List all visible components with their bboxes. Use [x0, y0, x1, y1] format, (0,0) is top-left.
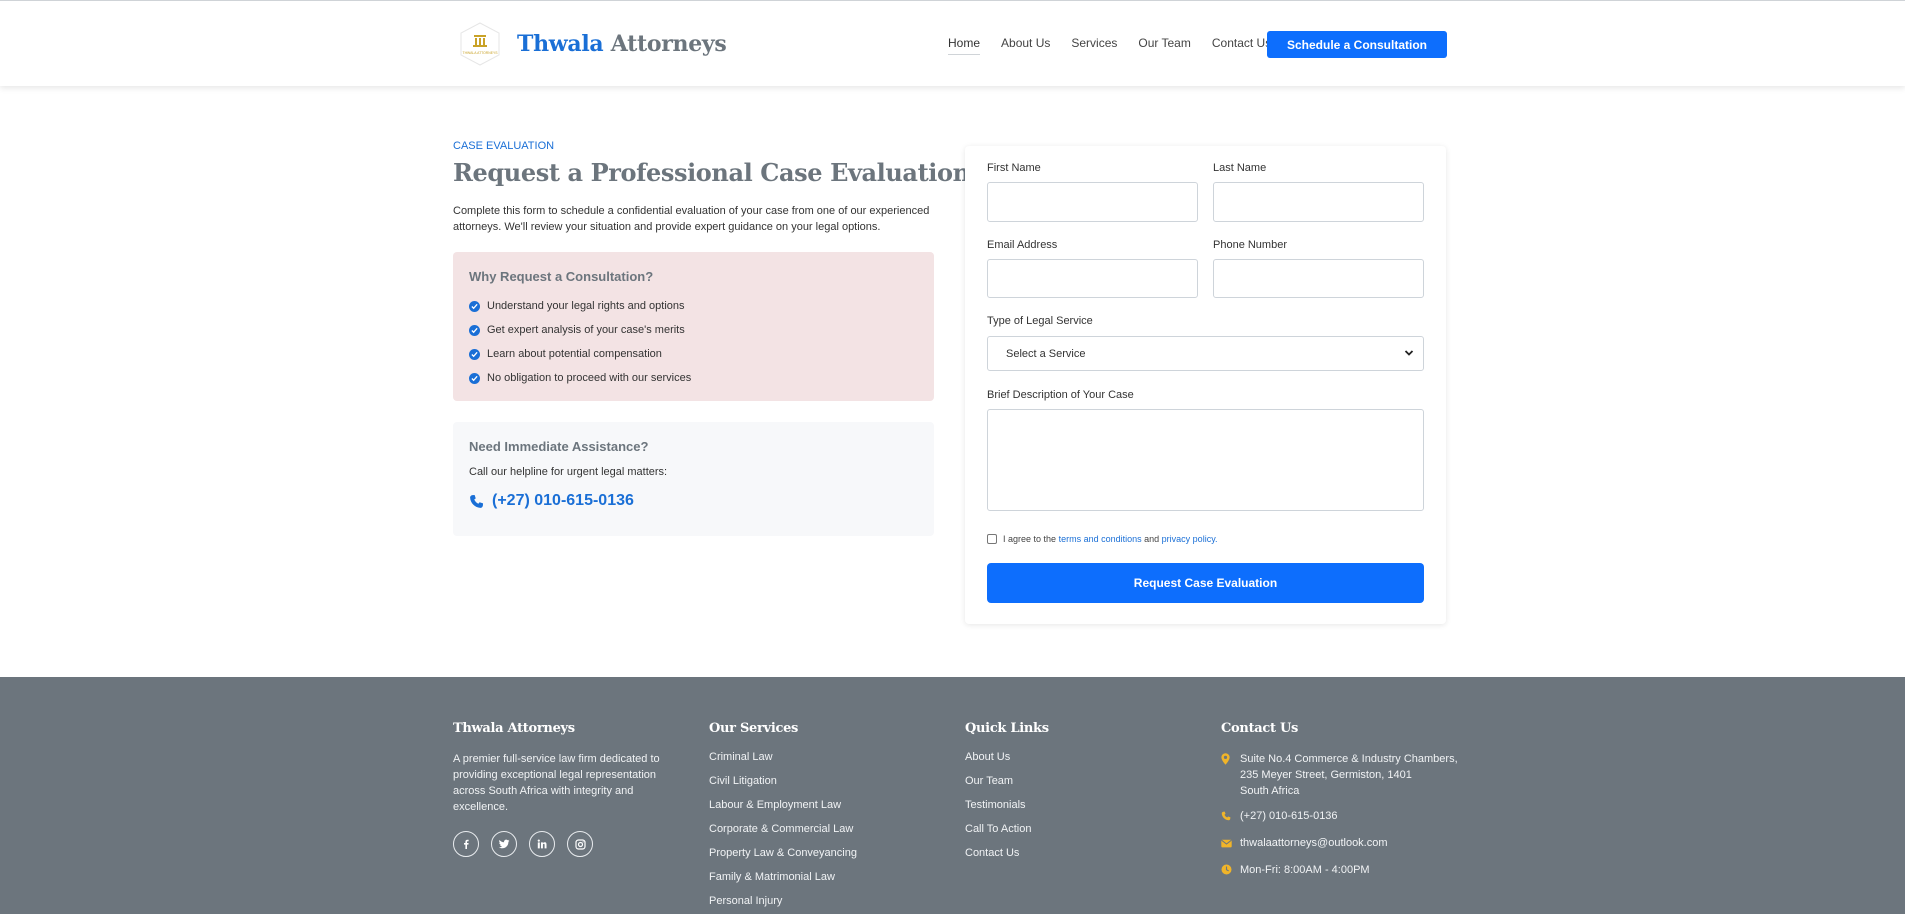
- footer-service-link[interactable]: Criminal Law: [709, 751, 857, 775]
- footer-quick-link[interactable]: Our Team: [965, 775, 1049, 799]
- linkedin-icon[interactable]: [529, 831, 555, 857]
- footer-address: Suite No.4 Commerce & Industry Chambers,…: [1221, 751, 1458, 799]
- section-eyebrow: CASE EVALUATION: [453, 140, 555, 152]
- brand-logo[interactable]: THWALA ATTORNEYS Thwala Attorneys: [453, 21, 727, 67]
- nav-about-us[interactable]: About Us: [1001, 36, 1050, 55]
- address-line: South Africa: [1240, 785, 1300, 797]
- last-name-label: Last Name: [1213, 162, 1267, 174]
- agree-and: and: [1144, 534, 1160, 544]
- nav-our-team[interactable]: Our Team: [1138, 36, 1190, 55]
- check-circle-icon: [469, 372, 480, 384]
- nav-contact-us[interactable]: Contact Us: [1212, 36, 1271, 55]
- assist-title: Need Immediate Assistance?: [469, 439, 649, 454]
- social-links: [453, 831, 663, 857]
- why-item: Understand your legal rights and options: [469, 294, 918, 318]
- address-line: 235 Meyer Street, Germiston, 1401: [1240, 769, 1412, 781]
- schedule-consultation-button[interactable]: Schedule a Consultation: [1267, 31, 1447, 58]
- why-item-label: Understand your legal rights and options: [487, 300, 685, 312]
- footer-phone-number: (+27) 010-615-0136: [1240, 810, 1338, 822]
- footer-hours-text: Mon-Fri: 8:00AM - 4:00PM: [1240, 864, 1370, 876]
- assist-text: Call our helpline for urgent legal matte…: [469, 466, 668, 478]
- brand-name: Thwala Attorneys: [517, 31, 727, 57]
- main-nav: Home About Us Services Our Team Contact …: [948, 36, 1292, 55]
- footer-contact: Contact Us Suite No.4 Commerce & Industr…: [1221, 721, 1458, 889]
- first-name-label: First Name: [987, 162, 1041, 174]
- service-type-label: Type of Legal Service: [987, 315, 1093, 327]
- footer-about: Thwala Attorneys A premier full-service …: [453, 721, 663, 857]
- terms-checkbox[interactable]: [987, 534, 997, 544]
- request-evaluation-button[interactable]: Request Case Evaluation: [987, 563, 1424, 603]
- service-type-selected: Select a Service: [1006, 347, 1086, 360]
- twitter-icon[interactable]: [491, 831, 517, 857]
- phone-icon: [469, 494, 484, 509]
- footer-about-text: A premier full-service law firm dedicate…: [453, 753, 660, 813]
- phone-icon: [1221, 808, 1233, 826]
- chevron-down-icon: [1404, 348, 1414, 361]
- footer-service-link[interactable]: Property Law & Conveyancing: [709, 847, 857, 871]
- footer-about-title: Thwala Attorneys: [453, 721, 575, 736]
- brand-name-part2: Attorneys: [610, 31, 727, 57]
- agree-prefix: I agree to the: [1003, 534, 1057, 544]
- footer-email-address: thwalaattorneys@outlook.com: [1240, 837, 1388, 849]
- case-description-label: Brief Description of Your Case: [987, 389, 1134, 401]
- page-title: Request a Professional Case Evaluation: [453, 158, 970, 187]
- phone-label: Phone Number: [1213, 239, 1287, 251]
- email-field[interactable]: [987, 259, 1198, 298]
- logo-caption: THWALA ATTORNEYS: [463, 51, 499, 55]
- phone-field[interactable]: [1213, 259, 1424, 298]
- footer-services-title: Our Services: [709, 721, 799, 736]
- immediate-assistance-panel: Need Immediate Assistance? Call our help…: [453, 422, 934, 536]
- footer-service-link[interactable]: Personal Injury: [709, 895, 857, 914]
- helpline-phone-link[interactable]: (+27) 010-615-0136: [469, 492, 918, 510]
- last-name-input[interactable]: [1213, 182, 1424, 222]
- clock-icon: [1221, 862, 1233, 880]
- footer-service-link[interactable]: Civil Litigation: [709, 775, 857, 799]
- site-header: THWALA ATTORNEYS Thwala Attorneys Home A…: [0, 0, 1905, 86]
- terms-agreement: I agree to the terms and conditions and …: [987, 534, 1218, 544]
- location-pin-icon: [1221, 751, 1233, 799]
- check-circle-icon: [469, 348, 480, 360]
- footer-services: Our Services Criminal Law Civil Litigati…: [709, 721, 857, 914]
- why-item-label: Learn about potential compensation: [487, 348, 662, 360]
- site-footer: Thwala Attorneys A premier full-service …: [0, 677, 1905, 914]
- logo-emblem-icon: THWALA ATTORNEYS: [453, 21, 507, 67]
- address-line: Suite No.4 Commerce & Industry Chambers,: [1240, 753, 1458, 765]
- footer-quick-link[interactable]: Contact Us: [965, 847, 1049, 871]
- footer-quick-links-title: Quick Links: [965, 721, 1049, 736]
- why-consultation-panel: Why Request a Consultation? Understand y…: [453, 252, 934, 401]
- helpline-phone-number: (+27) 010-615-0136: [492, 492, 634, 509]
- footer-contact-title: Contact Us: [1221, 721, 1298, 736]
- footer-hours: Mon-Fri: 8:00AM - 4:00PM: [1221, 862, 1458, 880]
- service-type-select[interactable]: Select a Service: [987, 336, 1424, 371]
- why-title: Why Request a Consultation?: [469, 269, 654, 284]
- brand-name-part1: Thwala: [517, 31, 604, 57]
- why-item-label: Get expert analysis of your case's merit…: [487, 324, 685, 336]
- privacy-link[interactable]: privacy policy.: [1162, 534, 1218, 544]
- facebook-icon[interactable]: [453, 831, 479, 857]
- footer-quick-link[interactable]: About Us: [965, 751, 1049, 775]
- check-circle-icon: [469, 300, 480, 312]
- envelope-icon: [1221, 835, 1233, 853]
- instagram-icon[interactable]: [567, 831, 593, 857]
- check-circle-icon: [469, 324, 480, 336]
- footer-service-link[interactable]: Labour & Employment Law: [709, 799, 857, 823]
- footer-quick-link[interactable]: Call To Action: [965, 823, 1049, 847]
- case-description-textarea[interactable]: [987, 409, 1424, 511]
- footer-email[interactable]: thwalaattorneys@outlook.com: [1221, 835, 1458, 853]
- why-item: No obligation to proceed with our servic…: [469, 366, 918, 390]
- why-item: Learn about potential compensation: [469, 342, 918, 366]
- nav-services[interactable]: Services: [1071, 36, 1117, 55]
- footer-phone[interactable]: (+27) 010-615-0136: [1221, 808, 1458, 826]
- why-item: Get expert analysis of your case's merit…: [469, 318, 918, 342]
- footer-service-link[interactable]: Corporate & Commercial Law: [709, 823, 857, 847]
- why-item-label: No obligation to proceed with our servic…: [487, 372, 692, 384]
- nav-home[interactable]: Home: [948, 36, 981, 55]
- footer-service-link[interactable]: Family & Matrimonial Law: [709, 871, 857, 895]
- footer-quick-link[interactable]: Testimonials: [965, 799, 1049, 823]
- first-name-input[interactable]: [987, 182, 1198, 222]
- terms-link[interactable]: terms and conditions: [1059, 534, 1142, 544]
- footer-quick-links: Quick Links About Us Our Team Testimonia…: [965, 721, 1049, 871]
- email-label: Email Address: [987, 239, 1058, 251]
- intro-text: Complete this form to schedule a confide…: [453, 205, 930, 233]
